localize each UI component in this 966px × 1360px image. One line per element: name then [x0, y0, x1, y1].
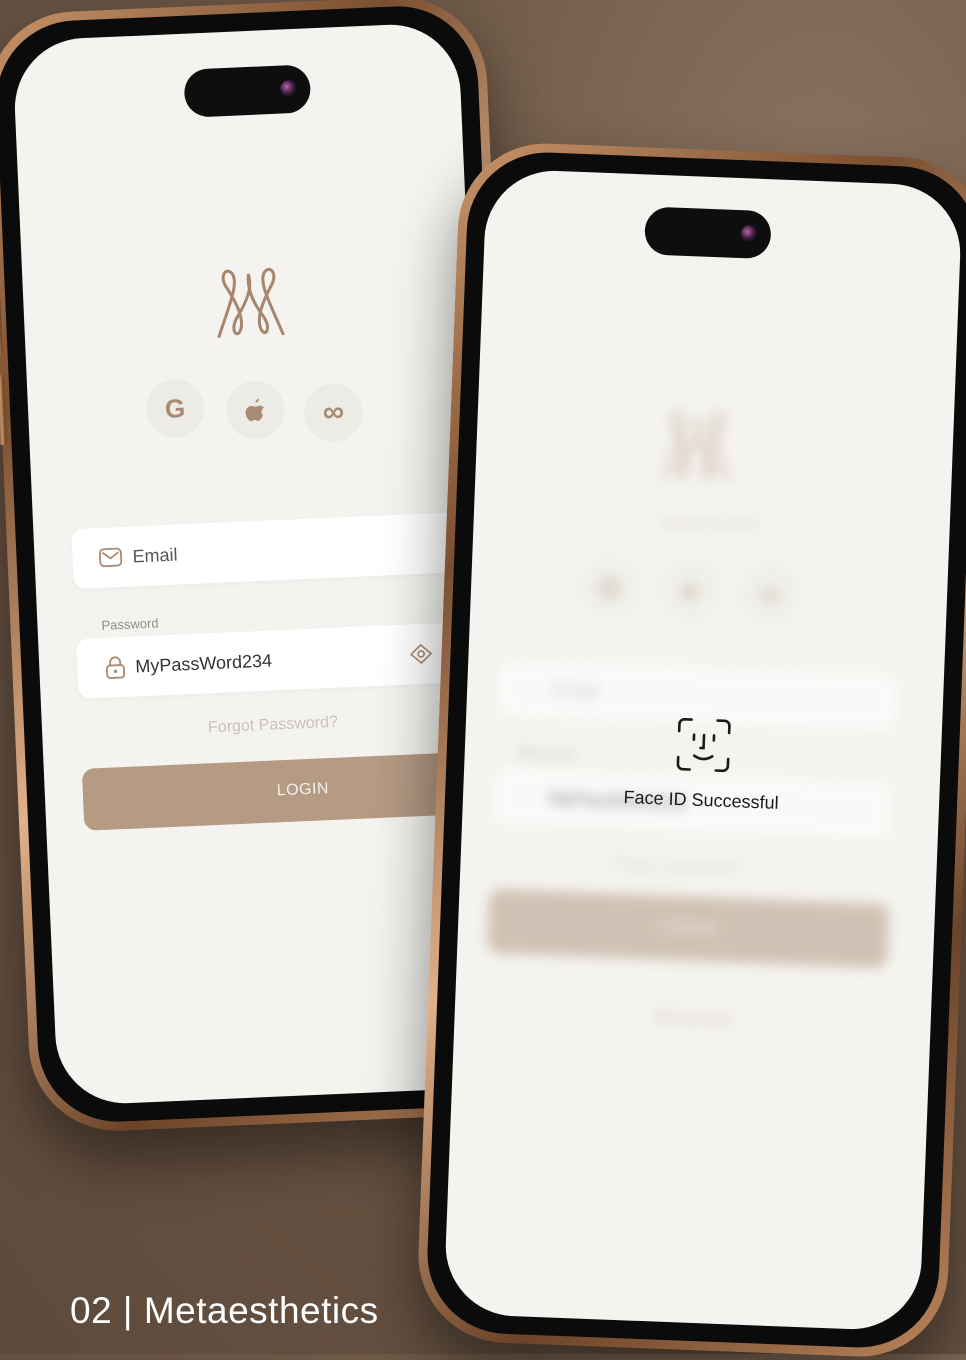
- forgot-password-link[interactable]: Forgot Password?: [610, 856, 740, 879]
- forgot-password-link[interactable]: Forgot Password?: [208, 714, 339, 738]
- google-icon: G: [164, 392, 186, 424]
- apple-login-button[interactable]: ●: [660, 560, 721, 621]
- faceid-icon: [676, 717, 731, 773]
- google-icon: G: [599, 571, 621, 603]
- password-value: MyPassWord234: [134, 649, 273, 676]
- volume-up-button: [0, 285, 3, 356]
- google-login-button[interactable]: G: [144, 378, 206, 439]
- mail-icon: [98, 547, 123, 568]
- apple-icon: ●: [681, 574, 699, 606]
- google-login-button[interactable]: G: [580, 557, 641, 618]
- password-label: Password: [516, 744, 575, 763]
- camera-icon: [279, 79, 297, 97]
- register-link[interactable]: REGISTER: [455, 1002, 931, 1037]
- right-phone: REGISTER G ● ∞ Email Password MyPassWord…: [415, 140, 966, 1360]
- meta-icon: ∞: [322, 395, 345, 430]
- logo-icon: [661, 411, 729, 482]
- register-title: REGISTER: [662, 515, 761, 537]
- meta-icon: ∞: [760, 577, 780, 609]
- faceid-screen: REGISTER G ● ∞ Email Password MyPassWord…: [443, 168, 963, 1332]
- meta-login-button[interactable]: ∞: [739, 563, 801, 624]
- login-button[interactable]: LOGIN: [487, 888, 890, 969]
- email-placeholder: Email: [552, 679, 599, 702]
- faceid-overlay: Face ID Successful: [623, 714, 782, 814]
- email-placeholder: Email: [132, 544, 178, 566]
- eye-icon[interactable]: [409, 643, 433, 665]
- apple-login-button[interactable]: [225, 379, 286, 441]
- password-label: Password: [101, 615, 159, 633]
- logo-icon: [217, 267, 285, 338]
- dynamic-island: [183, 64, 312, 118]
- caption: 02 | Metaesthetics: [70, 1290, 379, 1331]
- apple-icon: [245, 398, 265, 422]
- lock-icon: [106, 656, 126, 679]
- volume-down-button: [0, 374, 7, 446]
- email-field[interactable]: Email: [71, 509, 505, 590]
- bezel: REGISTER G ● ∞ Email Password MyPassWord…: [424, 149, 966, 1351]
- meta-login-button[interactable]: ∞: [303, 382, 364, 443]
